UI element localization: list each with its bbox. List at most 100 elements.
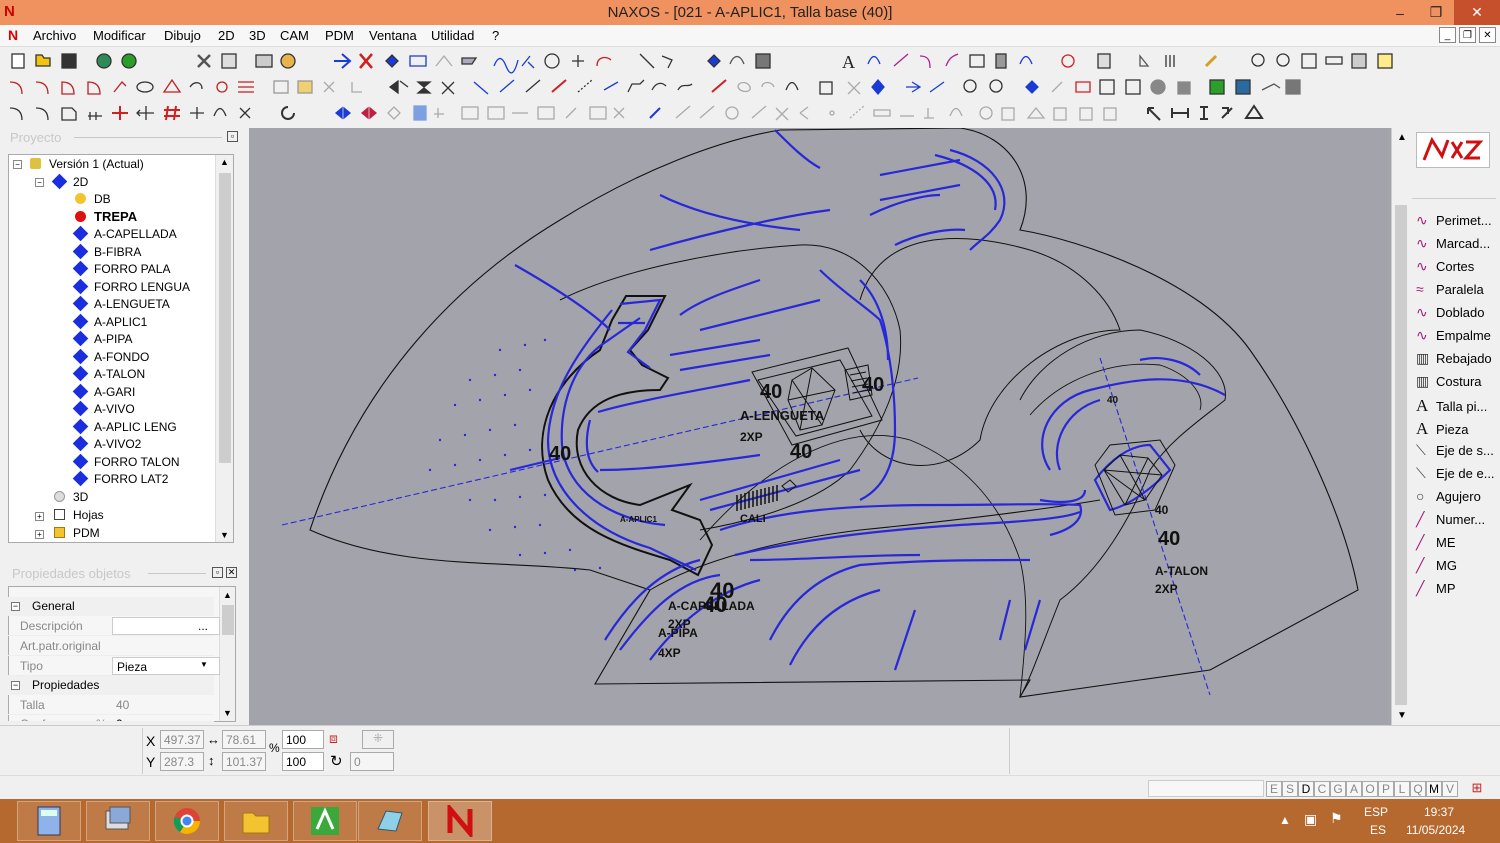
tool-costura[interactable]: ▥ Costura (1416, 373, 1482, 395)
tool-pieza[interactable]: A Pieza (1416, 419, 1469, 441)
tree-expand-icon[interactable]: + (35, 512, 44, 521)
tree-item-trepa[interactable]: TREPA (75, 209, 137, 224)
menu-modificar[interactable]: Modificar (93, 28, 146, 43)
tree-item-3d[interactable]: 3D (54, 490, 88, 504)
section-propiedades[interactable]: − Propiedades (8, 676, 214, 695)
tree-item-piece[interactable]: B-FIBRA (72, 243, 141, 260)
taskbar-chrome[interactable] (155, 801, 219, 841)
scroll-thumb[interactable] (222, 605, 234, 635)
minimize-button[interactable]: – (1382, 0, 1418, 25)
menu-cam[interactable]: CAM (280, 28, 309, 43)
tree-collapse-icon[interactable]: − (35, 178, 44, 187)
tree-expand-icon[interactable]: + (35, 530, 44, 539)
tree-item-piece[interactable]: A-PIPA (72, 330, 132, 347)
snap-settings-icon[interactable]: ⊞ (1460, 780, 1494, 797)
tool-me[interactable]: ╱ ME (1416, 534, 1456, 556)
tool-cortes[interactable]: ∿ Cortes (1416, 258, 1474, 280)
scroll-down-icon[interactable]: ▼ (223, 708, 232, 718)
project-tree-scrollbar[interactable]: ▲ ▼ (215, 155, 233, 542)
tree-item-piece[interactable]: A-VIVO2 (72, 435, 141, 452)
scroll-down-icon[interactable]: ▼ (1397, 710, 1407, 721)
snap-s[interactable]: S (1282, 781, 1298, 797)
restore-button[interactable]: ❐ (1418, 0, 1454, 25)
art-patr-field[interactable] (112, 637, 220, 655)
snap-m[interactable]: M (1426, 781, 1442, 797)
close-button[interactable]: ✕ (1454, 0, 1500, 25)
tool-mp[interactable]: ╱ MP (1416, 580, 1456, 602)
tree-item-piece[interactable]: A-FONDO (72, 348, 149, 365)
talla-field[interactable]: 40 (112, 696, 220, 714)
properties-scrollbar[interactable]: ▲ ▼ (219, 587, 235, 721)
tree-item-piece[interactable]: FORRO LENGUA (72, 278, 190, 295)
toolbar-row-2-icons[interactable] (0, 74, 1500, 100)
tree-collapse-icon[interactable]: − (13, 160, 22, 169)
tool-paralela[interactable]: ≈ Paralela (1416, 281, 1484, 303)
scroll-thumb[interactable] (219, 173, 231, 463)
snap-q[interactable]: Q (1410, 781, 1426, 797)
scroll-up-icon[interactable]: ▲ (1397, 132, 1407, 143)
tree-item-2d[interactable]: 2D (51, 173, 88, 190)
keyboard-indicator[interactable]: ES (1370, 823, 1386, 837)
toolbar-row-1-icons[interactable]: A (0, 48, 1500, 74)
menu-archivo[interactable]: Archivo (33, 28, 76, 43)
tree-item-piece[interactable]: FORRO PALA (72, 260, 170, 277)
menu-utilidad[interactable]: Utilidad (431, 28, 474, 43)
snap-d[interactable]: D (1298, 781, 1314, 797)
drawing-canvas[interactable]: 40 40 40 40 A-LENGUETA 2XP 40 40 A-CAPEL… (249, 128, 1391, 725)
snap-l[interactable]: L (1394, 781, 1410, 797)
tool-empalme[interactable]: ∿ Empalme (1416, 327, 1491, 349)
tree-item-piece[interactable]: A-CAPELLADA (72, 225, 177, 242)
tray-expand-icon[interactable]: ▲ (1279, 813, 1291, 827)
mdi-close-button[interactable]: ✕ (1479, 27, 1496, 43)
canvas-scrollbar[interactable]: ▲ ▼ (1391, 128, 1409, 725)
taskbar-calculator[interactable] (17, 801, 81, 841)
tree-item-piece[interactable]: A-APLIC LENG (72, 418, 177, 435)
taskbar-app-green[interactable] (293, 801, 357, 841)
network-icon[interactable]: ▣ (1304, 811, 1317, 828)
snap-a[interactable]: A (1346, 781, 1362, 797)
snap-g[interactable]: G (1330, 781, 1346, 797)
tree-item-pdm[interactable]: PDM (54, 526, 100, 540)
menu-ventana[interactable]: Ventana (369, 28, 417, 43)
collapse-icon[interactable]: − (11, 602, 20, 611)
tool-mg[interactable]: ╱ MG (1416, 557, 1457, 579)
menu-pdm[interactable]: PDM (325, 28, 354, 43)
document-icon[interactable]: N (8, 27, 18, 43)
height-field[interactable]: 101.37 (222, 752, 266, 771)
properties-dock-button[interactable]: ▫ (212, 567, 223, 578)
tool-agujero[interactable]: ○ Agujero (1416, 488, 1481, 510)
scroll-up-icon[interactable]: ▲ (220, 157, 229, 167)
tool-doblado[interactable]: ∿ Doblado (1416, 304, 1484, 326)
tree-item-version[interactable]: Versión 1 (Actual) (30, 157, 144, 171)
lang-indicator[interactable]: ESP (1364, 805, 1388, 819)
scale-y-field[interactable]: 100 (282, 752, 324, 771)
menu-2d[interactable]: 2D (218, 28, 235, 43)
taskbar-explorer-window[interactable] (86, 801, 150, 841)
tree-item-piece[interactable]: A-TALON (72, 365, 145, 382)
mdi-restore-button[interactable]: ❐ (1459, 27, 1476, 43)
snap-o[interactable]: O (1362, 781, 1378, 797)
clock-time[interactable]: 19:37 (1424, 805, 1454, 819)
tree-item-hojas[interactable]: Hojas (54, 508, 104, 522)
menu-3d[interactable]: 3D (249, 28, 266, 43)
tool-perimetro[interactable]: ∿ Perimet... (1416, 212, 1492, 234)
scroll-thumb[interactable] (1395, 205, 1407, 705)
tree-item-piece[interactable]: A-APLIC1 (72, 313, 147, 330)
tool-marcado[interactable]: ∿ Marcad... (1416, 235, 1490, 257)
tree-item-piece[interactable]: A-LENGUETA (72, 295, 170, 312)
scale-x-field[interactable]: 100 (282, 730, 324, 749)
collapse-icon[interactable]: − (11, 681, 20, 690)
toolbar-row-3-icons[interactable] (0, 100, 1500, 126)
angle-field[interactable]: 0 (350, 752, 394, 771)
taskbar-naxos[interactable] (428, 801, 492, 841)
mdi-minimize-button[interactable]: _ (1439, 27, 1456, 43)
tree-item-db[interactable]: DB (75, 192, 111, 206)
y-coordinate-field[interactable]: 287.3 (160, 752, 204, 771)
tree-item-piece[interactable]: FORRO TALON (72, 453, 180, 470)
taskbar-file-explorer[interactable] (224, 801, 288, 841)
project-panel-dock-button[interactable]: ▫ (227, 131, 238, 142)
tool-talla-pieza[interactable]: A Talla pi... (1416, 396, 1487, 418)
grid-snap-button[interactable]: ⁜ (362, 730, 394, 749)
clock-date[interactable]: 11/05/2024 (1406, 823, 1465, 837)
pattern-drawing[interactable]: 40 40 40 40 A-LENGUETA 2XP 40 40 A-CAPEL… (249, 128, 1391, 725)
